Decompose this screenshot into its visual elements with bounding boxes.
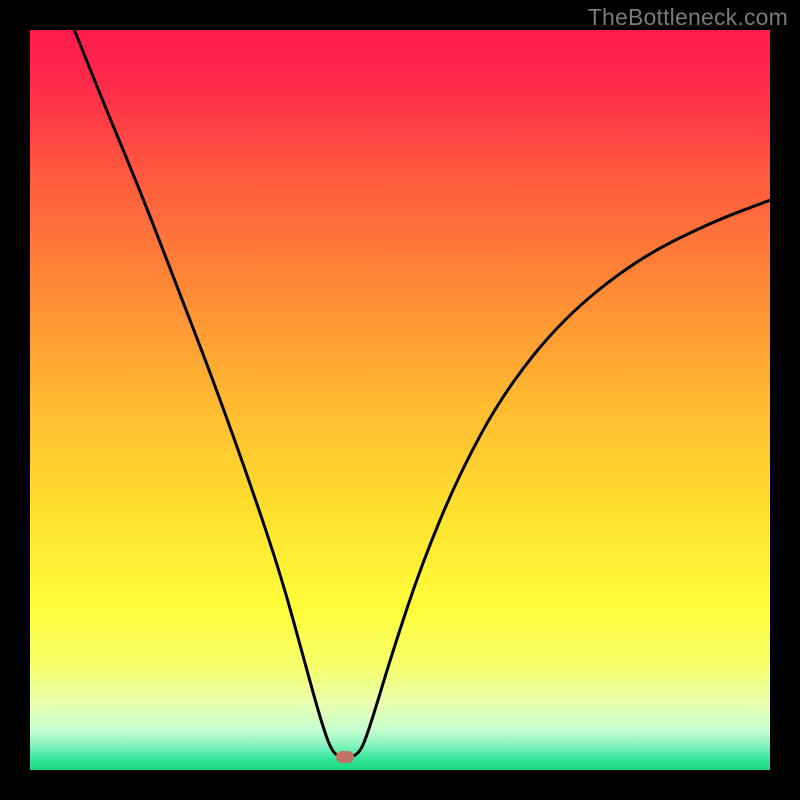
- chart-frame: TheBottleneck.com: [0, 0, 800, 800]
- plot-area: [30, 30, 770, 770]
- bottleneck-curve: [30, 30, 770, 770]
- optimal-point-marker: [336, 751, 354, 763]
- watermark-text: TheBottleneck.com: [588, 4, 788, 31]
